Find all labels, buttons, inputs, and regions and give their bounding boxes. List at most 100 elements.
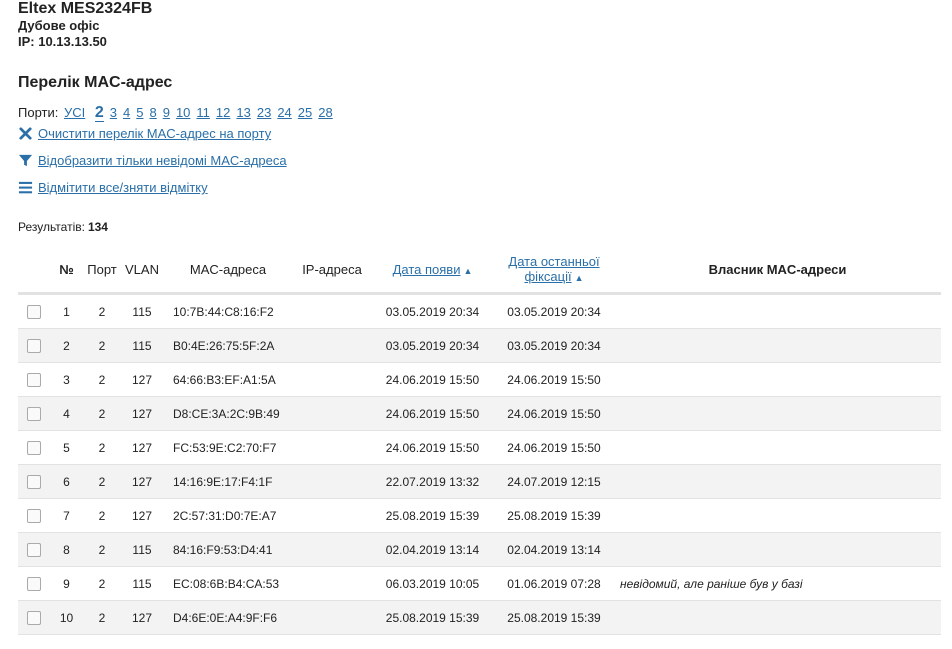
port-link-24[interactable]: 24 <box>277 105 291 120</box>
cell-checkbox <box>18 396 50 431</box>
results-count: Результатів: 134 <box>18 220 108 234</box>
cell-first-seen: 22.07.2019 13:32 <box>371 464 494 499</box>
office-name: Дубове офіс <box>18 18 100 33</box>
port-link-28[interactable]: 28 <box>318 105 332 120</box>
row-checkbox[interactable] <box>27 304 41 319</box>
table-row: 1 2 115 10:7B:44:C8:16:F2 03.05.2019 20:34 03… <box>18 293 941 329</box>
cell-owner <box>614 396 941 431</box>
cell-ip <box>293 600 371 635</box>
first-seen-sort-link[interactable]: Дата появи <box>393 262 461 277</box>
row-checkbox[interactable] <box>27 542 41 557</box>
row-checkbox[interactable] <box>27 440 41 455</box>
port-link-8[interactable]: 8 <box>149 105 156 120</box>
cell-last-seen: 24.07.2019 12:15 <box>494 464 614 499</box>
cell-vlan: 127 <box>121 430 163 465</box>
port-link-4[interactable]: 4 <box>123 105 130 120</box>
row-checkbox[interactable] <box>27 406 41 421</box>
cell-first-seen: 03.05.2019 20:34 <box>371 293 494 329</box>
header-last-seen[interactable]: Дата останньої фіксації ▲ <box>494 246 614 295</box>
header-ip: IP-адреса <box>293 246 371 295</box>
cell-num: 1 <box>50 293 83 329</box>
cell-vlan: 127 <box>121 464 163 499</box>
results-value: 134 <box>87 220 108 234</box>
clear-mac-link[interactable]: Очистити перелік MAC-адрес на порту <box>38 126 271 141</box>
cell-port: 2 <box>83 396 121 431</box>
port-link-12[interactable]: 12 <box>216 105 230 120</box>
row-checkbox[interactable] <box>27 372 41 387</box>
port-list: 2 3 4 5 8 9 10 11 12 13 23 24 25 28 <box>94 104 339 122</box>
cell-checkbox <box>18 464 50 499</box>
cell-ip <box>293 566 371 601</box>
cell-last-seen: 03.05.2019 20:34 <box>494 328 614 363</box>
last-seen-sort-link-line1[interactable]: Дата останньої <box>508 254 599 269</box>
close-icon <box>19 127 32 140</box>
last-seen-sort-link-line2[interactable]: фіксації <box>524 269 571 284</box>
cell-owner <box>614 464 941 499</box>
cell-mac: 84:16:F9:53:D4:41 <box>163 532 293 567</box>
cell-last-seen: 24.06.2019 15:50 <box>494 430 614 465</box>
row-checkbox[interactable] <box>27 338 41 353</box>
cell-last-seen: 25.08.2019 15:39 <box>494 600 614 635</box>
cell-vlan: 115 <box>121 328 163 363</box>
toggle-all-link[interactable]: Відмітити все/зняти відмітку <box>38 180 208 195</box>
sort-up-icon: ▲ <box>574 273 584 283</box>
cell-owner: невідомий, але раніше був у базі <box>614 566 941 601</box>
port-all-link[interactable]: УСІ <box>64 105 85 120</box>
cell-checkbox <box>18 600 50 635</box>
cell-checkbox <box>18 498 50 533</box>
cell-owner <box>614 498 941 533</box>
toggle-all-action[interactable]: Відмітити все/зняти відмітку <box>18 180 208 195</box>
table-row: 6 2 127 14:16:9E:17:F4:1F 22.07.2019 13:32 24… <box>18 464 941 499</box>
page-title: Перелік MAC-адрес <box>18 74 173 91</box>
row-checkbox[interactable] <box>27 508 41 523</box>
cell-vlan: 115 <box>121 532 163 567</box>
cell-mac: B0:4E:26:75:5F:2A <box>163 328 293 363</box>
cell-port: 2 <box>83 464 121 499</box>
device-name: Eltex MES2324FB <box>18 0 153 17</box>
filter-icon <box>18 154 33 167</box>
cell-num: 10 <box>50 600 83 635</box>
clear-mac-action[interactable]: Очистити перелік MAC-адрес на порту <box>18 126 271 141</box>
cell-mac: FC:53:9E:C2:70:F7 <box>163 430 293 465</box>
cell-ip <box>293 498 371 533</box>
cell-last-seen: 24.06.2019 15:50 <box>494 396 614 431</box>
port-link-2[interactable]: 2 <box>94 104 104 122</box>
filter-unknown-action[interactable]: Відобразити тільки невідомі MAC-адреса <box>18 153 287 168</box>
sort-up-icon: ▲ <box>463 265 473 276</box>
cell-owner <box>614 293 941 329</box>
port-link-3[interactable]: 3 <box>110 105 117 120</box>
row-checkbox[interactable] <box>27 610 41 625</box>
row-checkbox[interactable] <box>27 474 41 489</box>
cell-first-seen: 24.06.2019 15:50 <box>371 362 494 397</box>
header-first-seen[interactable]: Дата появи ▲ <box>371 246 494 295</box>
table-body: 1 2 115 10:7B:44:C8:16:F2 03.05.2019 20:34 03… <box>18 293 941 635</box>
port-link-11[interactable]: 11 <box>196 105 210 120</box>
cell-owner <box>614 532 941 567</box>
cell-mac: 64:66:B3:EF:A1:5A <box>163 362 293 397</box>
cell-checkbox <box>18 362 50 397</box>
cell-vlan: 127 <box>121 498 163 533</box>
header-checkbox <box>18 246 50 295</box>
header-mac: MAC-адреса <box>163 246 293 295</box>
table-row: 8 2 115 84:16:F9:53:D4:41 02.04.2019 13:14 02… <box>18 532 941 567</box>
port-link-9[interactable]: 9 <box>163 105 170 120</box>
port-link-10[interactable]: 10 <box>176 105 190 120</box>
table-row: 7 2 127 2C:57:31:D0:7E:A7 25.08.2019 15:39 25… <box>18 498 941 533</box>
cell-last-seen: 03.05.2019 20:34 <box>494 293 614 329</box>
cell-vlan: 115 <box>121 293 163 329</box>
cell-first-seen: 03.05.2019 20:34 <box>371 328 494 363</box>
cell-owner <box>614 328 941 363</box>
table-row: 10 2 127 D4:6E:0E:A4:9F:F6 25.08.2019 15:39 2… <box>18 600 941 635</box>
cell-vlan: 127 <box>121 600 163 635</box>
port-link-13[interactable]: 13 <box>236 105 250 120</box>
cell-port: 2 <box>83 566 121 601</box>
port-link-25[interactable]: 25 <box>298 105 312 120</box>
cell-checkbox <box>18 430 50 465</box>
cell-num: 3 <box>50 362 83 397</box>
port-link-23[interactable]: 23 <box>257 105 271 120</box>
device-ip: IP: 10.13.13.50 <box>18 34 107 49</box>
cell-mac: 2C:57:31:D0:7E:A7 <box>163 498 293 533</box>
port-link-5[interactable]: 5 <box>136 105 143 120</box>
filter-unknown-link[interactable]: Відобразити тільки невідомі MAC-адреса <box>38 153 287 168</box>
row-checkbox[interactable] <box>27 576 41 591</box>
